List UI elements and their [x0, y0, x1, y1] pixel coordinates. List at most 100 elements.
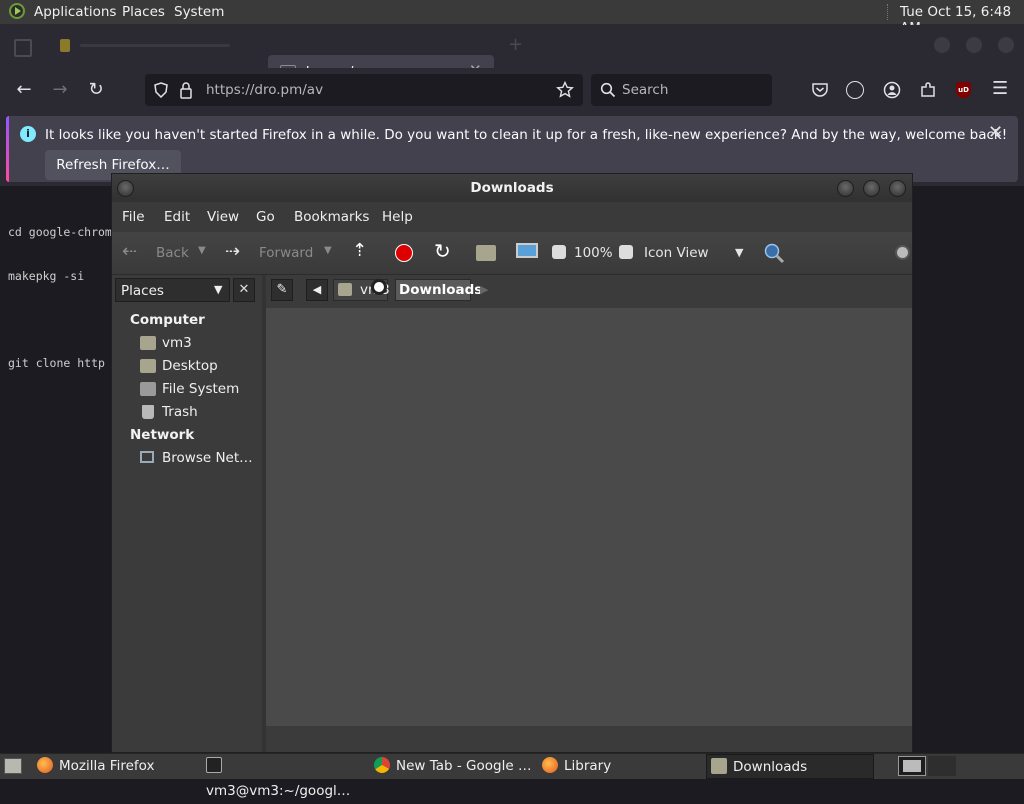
info-icon: i [20, 126, 36, 142]
tab-list-icon[interactable] [14, 39, 32, 57]
applications-menu[interactable]: Applications [34, 4, 116, 20]
ublock-origin-icon[interactable]: uD [956, 82, 971, 98]
zoom-out-icon[interactable] [552, 245, 566, 259]
view-mode-chevron-icon[interactable]: ▼ [735, 246, 743, 259]
chevron-down-icon: ▼ [214, 283, 223, 296]
forward-arrow-icon[interactable]: ⇢ [225, 241, 240, 262]
minimize-icon[interactable] [837, 180, 854, 197]
menu-go[interactable]: Go [256, 209, 275, 225]
places-menu[interactable]: Places [122, 4, 165, 20]
zoom-in-icon[interactable] [619, 245, 633, 259]
lock-icon[interactable] [179, 81, 193, 99]
extensions-puzzle-icon[interactable] [919, 81, 937, 99]
places-selector[interactable]: Places ▼ [115, 278, 230, 302]
task-label: Downloads [733, 759, 808, 775]
sidebar-item-desktop[interactable]: Desktop [140, 358, 255, 378]
sidebar-item-vm3[interactable]: vm3 [140, 335, 255, 355]
task-label: New Tab - Google … [396, 758, 532, 774]
show-desktop-icon[interactable] [4, 758, 22, 774]
back-arrow-icon[interactable]: ← [11, 77, 37, 103]
up-arrow-icon[interactable]: ⇡ [352, 240, 367, 261]
distro-logo-icon[interactable] [9, 3, 25, 19]
desktop-folder-icon [140, 359, 156, 373]
sidebar-item-label: Desktop [162, 358, 218, 374]
reload-icon[interactable]: ↻ [83, 77, 109, 103]
search-bar[interactable]: Search [591, 74, 772, 106]
sidebar-item-label: Browse Net… [162, 450, 253, 466]
task-label: Library [564, 758, 612, 774]
menu-edit[interactable]: Edit [164, 209, 190, 225]
computer-icon[interactable] [516, 243, 538, 258]
search-placeholder: Search [622, 82, 669, 98]
chrome-icon [374, 757, 390, 773]
path-button-downloads[interactable]: Downloads [395, 279, 482, 301]
edit-location-icon[interactable]: ✎ [271, 279, 293, 301]
profile-icon[interactable] [883, 81, 901, 99]
path-scroll-left-icon[interactable]: ◀ [306, 279, 328, 301]
task-downloads[interactable]: Downloads [706, 754, 874, 779]
task-label: vm3@vm3:~/googl… [206, 783, 351, 799]
search-icon [600, 82, 616, 98]
zoom-level[interactable]: 100% [574, 245, 613, 261]
task-firefox[interactable]: Mozilla Firefox [37, 754, 197, 779]
home-folder-icon[interactable] [476, 245, 496, 261]
file-manager-titlebar[interactable]: Downloads [112, 174, 912, 202]
terminal-line: git clone http [8, 355, 105, 370]
account-circle-icon[interactable] [846, 81, 864, 99]
sidebar-item-label: Trash [162, 404, 198, 420]
back-history-chevron-icon[interactable]: ▼ [198, 245, 206, 256]
maximize-icon[interactable] [863, 180, 880, 197]
menu-bookmarks[interactable]: Bookmarks [294, 209, 369, 225]
menu-help[interactable]: Help [382, 209, 413, 225]
stop-icon[interactable] [395, 244, 413, 262]
workspace-switcher-2[interactable] [928, 756, 956, 776]
search-icon[interactable] [763, 242, 785, 264]
inactive-tab[interactable] [80, 44, 230, 47]
task-chrome[interactable]: New Tab - Google … [374, 754, 534, 779]
terminal-line: makepkg -si [8, 268, 85, 283]
shield-icon[interactable] [153, 82, 169, 98]
forward-arrow-icon[interactable]: → [47, 77, 73, 103]
close-sidebar-icon[interactable]: ✕ [233, 278, 255, 302]
back-button-label[interactable]: Back [156, 245, 189, 261]
path-scroll-right-icon[interactable]: ▶ [480, 283, 488, 296]
firefox-tab-bar: dro.pm/av ✕ + [0, 25, 1024, 89]
drive-icon [140, 382, 156, 396]
file-view-area[interactable] [266, 308, 912, 726]
close-window-icon[interactable] [889, 180, 906, 197]
forward-button-label[interactable]: Forward [259, 245, 313, 261]
hamburger-menu-icon[interactable]: ☰ [992, 78, 1008, 99]
notification-message: It looks like you haven't started Firefo… [45, 127, 1008, 143]
home-folder-icon [140, 336, 156, 350]
menu-view[interactable]: View [207, 209, 239, 225]
task-library[interactable]: Library [542, 754, 702, 779]
trash-icon [142, 405, 154, 419]
sidebar-heading-network: Network [130, 427, 195, 443]
throbber-icon [895, 245, 910, 260]
maximize-icon[interactable] [966, 37, 982, 53]
menu-file[interactable]: File [122, 209, 145, 225]
workspace-window-thumbnail [903, 760, 921, 772]
sidebar-item-browse-network[interactable]: Browse Net… [140, 450, 260, 470]
bookmark-star-icon[interactable] [556, 81, 574, 99]
sidebar-item-label: File System [162, 381, 240, 397]
new-tab-icon[interactable]: + [508, 34, 523, 55]
system-menu[interactable]: System [174, 4, 224, 20]
back-arrow-icon[interactable]: ⇠ [122, 241, 137, 262]
tab-favicon [60, 39, 70, 52]
url-bar[interactable]: https://dro.pm/av [145, 74, 583, 106]
task-terminal[interactable]: vm3@vm3:~/googl… [206, 754, 366, 799]
notification-close-icon[interactable]: ✕ [988, 122, 1003, 143]
reload-icon[interactable]: ↻ [434, 239, 451, 263]
url-text[interactable]: https://dro.pm/av [206, 82, 323, 98]
view-mode-select[interactable]: Icon View [644, 245, 709, 261]
forward-history-chevron-icon[interactable]: ▼ [324, 245, 332, 256]
close-window-icon[interactable] [998, 37, 1014, 53]
sidebar-item-trash[interactable]: Trash [140, 404, 255, 424]
minimize-icon[interactable] [934, 37, 950, 53]
pocket-icon[interactable] [811, 81, 829, 99]
terminal-line: cd google-chrom [8, 225, 112, 239]
home-folder-icon [338, 283, 352, 296]
sidebar-item-file-system[interactable]: File System [140, 381, 255, 401]
